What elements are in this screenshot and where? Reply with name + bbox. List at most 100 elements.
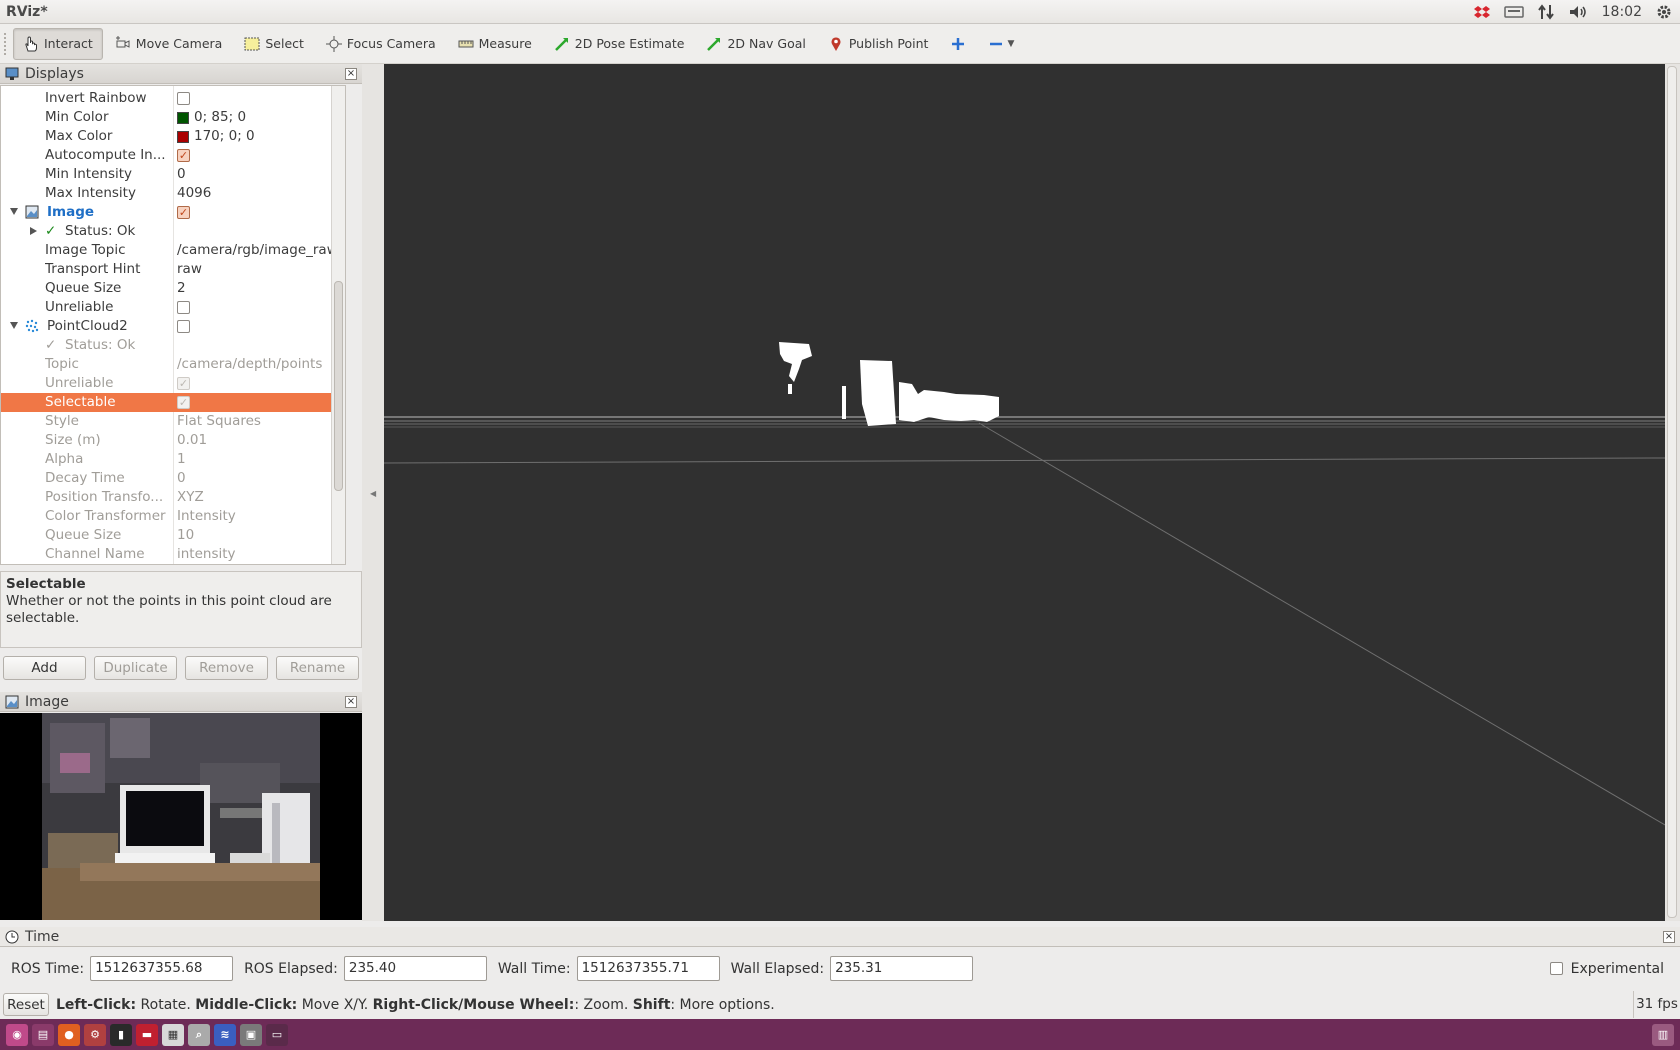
- tool-focus-camera-button[interactable]: Focus Camera: [316, 28, 446, 60]
- property-value[interactable]: 10: [177, 526, 194, 545]
- keyboard-icon[interactable]: [1503, 5, 1524, 19]
- property-value[interactable]: ✓: [177, 374, 195, 393]
- wall-time-field[interactable]: 1512637355.71: [576, 956, 720, 981]
- property-value[interactable]: 0; 85; 0: [177, 108, 246, 127]
- property-value[interactable]: 4096: [177, 184, 211, 203]
- property-value[interactable]: /camera/depth/points: [177, 355, 322, 374]
- add-button[interactable]: Add: [3, 656, 86, 680]
- remove-tool-button[interactable]: ▼: [978, 28, 1024, 60]
- property-checkbox[interactable]: [177, 301, 190, 314]
- network-icon[interactable]: [1537, 3, 1554, 21]
- close-icon[interactable]: ×: [345, 67, 357, 80]
- property-row[interactable]: Min Color 0; 85; 0: [1, 108, 345, 127]
- property-row[interactable]: Max Intensity 4096: [1, 184, 345, 203]
- property-row[interactable]: Image Topic/camera/rgb/image_raw: [1, 241, 345, 260]
- property-row[interactable]: Selectable ✓: [1, 393, 345, 412]
- property-row[interactable]: Image ✓: [1, 203, 345, 222]
- close-icon[interactable]: ×: [1663, 930, 1675, 943]
- expand-arrow-icon[interactable]: [30, 227, 37, 235]
- property-checkbox[interactable]: ✓: [177, 377, 190, 390]
- settings-gear-icon[interactable]: [1656, 4, 1672, 20]
- add-tool-button[interactable]: [940, 28, 976, 60]
- property-row[interactable]: Transport Hint raw: [1, 260, 345, 279]
- property-value[interactable]: ✓: [177, 393, 195, 412]
- property-checkbox[interactable]: [177, 92, 190, 105]
- property-checkbox[interactable]: ✓: [177, 149, 190, 162]
- property-value[interactable]: Intensity: [177, 507, 236, 526]
- expand-arrow-icon[interactable]: [10, 208, 18, 215]
- collapse-left-icon[interactable]: ◀: [370, 489, 376, 498]
- property-checkbox[interactable]: ✓: [177, 396, 190, 409]
- tool-select-button[interactable]: Select: [234, 28, 314, 60]
- app-icon[interactable]: ▬: [136, 1023, 158, 1046]
- dash-icon[interactable]: ◉: [6, 1023, 28, 1046]
- rename-button[interactable]: Rename: [276, 656, 359, 680]
- right-scrollbar[interactable]: [1667, 66, 1677, 918]
- property-value[interactable]: XYZ: [177, 488, 204, 507]
- reset-button[interactable]: Reset: [3, 993, 49, 1016]
- color-swatch[interactable]: [177, 111, 189, 124]
- toolbar-grip[interactable]: [4, 32, 8, 55]
- property-row[interactable]: PointCloud2: [1, 317, 345, 336]
- close-icon[interactable]: ×: [345, 695, 357, 708]
- duplicate-button[interactable]: Duplicate: [94, 656, 177, 680]
- tool-publish-point-button[interactable]: Publish Point: [818, 28, 939, 60]
- tool-interact-button[interactable]: Interact: [13, 27, 103, 60]
- property-row[interactable]: Min Intensity 0: [1, 165, 345, 184]
- property-row[interactable]: Queue Size 2: [1, 279, 345, 298]
- property-row[interactable]: Alpha 1: [1, 450, 345, 469]
- property-row[interactable]: Queue Size 10: [1, 526, 345, 545]
- displays-tree[interactable]: Invert Rainbow Min Color 0; 85; 0 Max Color…: [0, 85, 346, 565]
- property-value[interactable]: 0.01: [177, 431, 207, 450]
- property-row[interactable]: Invert Rainbow: [1, 89, 345, 108]
- property-row[interactable]: ✓ Status: Ok: [1, 336, 345, 355]
- property-value[interactable]: 0: [177, 165, 186, 184]
- displays-scrollbar[interactable]: [331, 86, 345, 564]
- settings-icon[interactable]: ⚙: [84, 1023, 106, 1046]
- tool-2d-nav-goal-button[interactable]: 2D Nav Goal: [696, 28, 815, 60]
- property-value[interactable]: ✓: [177, 146, 195, 165]
- terminal-icon[interactable]: ▮: [110, 1023, 132, 1046]
- right-dock-splitter[interactable]: ◀: [1665, 64, 1680, 921]
- ros-time-field[interactable]: 1512637355.68: [90, 956, 234, 981]
- wall-elapsed-field[interactable]: 235.31: [830, 956, 974, 981]
- experimental-checkbox[interactable]: [1549, 962, 1563, 975]
- property-value[interactable]: [177, 298, 195, 317]
- property-value[interactable]: intensity: [177, 545, 236, 564]
- expand-arrow-icon[interactable]: [10, 322, 18, 329]
- property-row[interactable]: Color Transformer Intensity: [1, 507, 345, 526]
- property-value[interactable]: 0: [177, 469, 186, 488]
- property-value[interactable]: 170; 0; 0: [177, 127, 255, 146]
- property-checkbox[interactable]: [177, 320, 190, 333]
- property-row[interactable]: Topic/camera/depth/points: [1, 355, 345, 374]
- scrollbar-thumb[interactable]: [334, 281, 343, 491]
- render-3d-view[interactable]: [384, 64, 1665, 921]
- rviz-icon[interactable]: ▣: [240, 1023, 262, 1046]
- property-row[interactable]: ✓ Status: Ok: [1, 222, 345, 241]
- property-row[interactable]: Position Transfo... XYZ: [1, 488, 345, 507]
- property-value[interactable]: 2: [177, 279, 186, 298]
- trash-icon[interactable]: ▥: [1652, 1023, 1674, 1046]
- property-row[interactable]: Unreliable: [1, 298, 345, 317]
- tool-move-camera-button[interactable]: Move Camera: [105, 28, 233, 60]
- property-value[interactable]: [177, 317, 195, 336]
- property-value[interactable]: ✓: [177, 203, 195, 222]
- firefox-icon[interactable]: ●: [58, 1023, 80, 1046]
- left-dock-splitter[interactable]: ◀: [362, 64, 384, 921]
- files-icon[interactable]: ▤: [32, 1023, 54, 1046]
- editor-icon[interactable]: ≋: [214, 1023, 236, 1046]
- remove-button[interactable]: Remove: [185, 656, 268, 680]
- property-value[interactable]: Flat Squares: [177, 412, 261, 431]
- property-row[interactable]: Channel Name intensity: [1, 545, 345, 564]
- property-row[interactable]: Unreliable ✓: [1, 374, 345, 393]
- property-row[interactable]: Autocompute In... ✓: [1, 146, 345, 165]
- ros-elapsed-field[interactable]: 235.40: [343, 956, 487, 981]
- clock-label[interactable]: 18:02: [1602, 4, 1642, 20]
- search-icon[interactable]: ⌕: [188, 1023, 210, 1046]
- property-checkbox[interactable]: ✓: [177, 206, 190, 219]
- property-value[interactable]: raw: [177, 260, 202, 279]
- window-icon[interactable]: ▭: [266, 1023, 288, 1046]
- property-value[interactable]: 1: [177, 450, 186, 469]
- property-row[interactable]: Decay Time 0: [1, 469, 345, 488]
- volume-icon[interactable]: [1568, 4, 1588, 20]
